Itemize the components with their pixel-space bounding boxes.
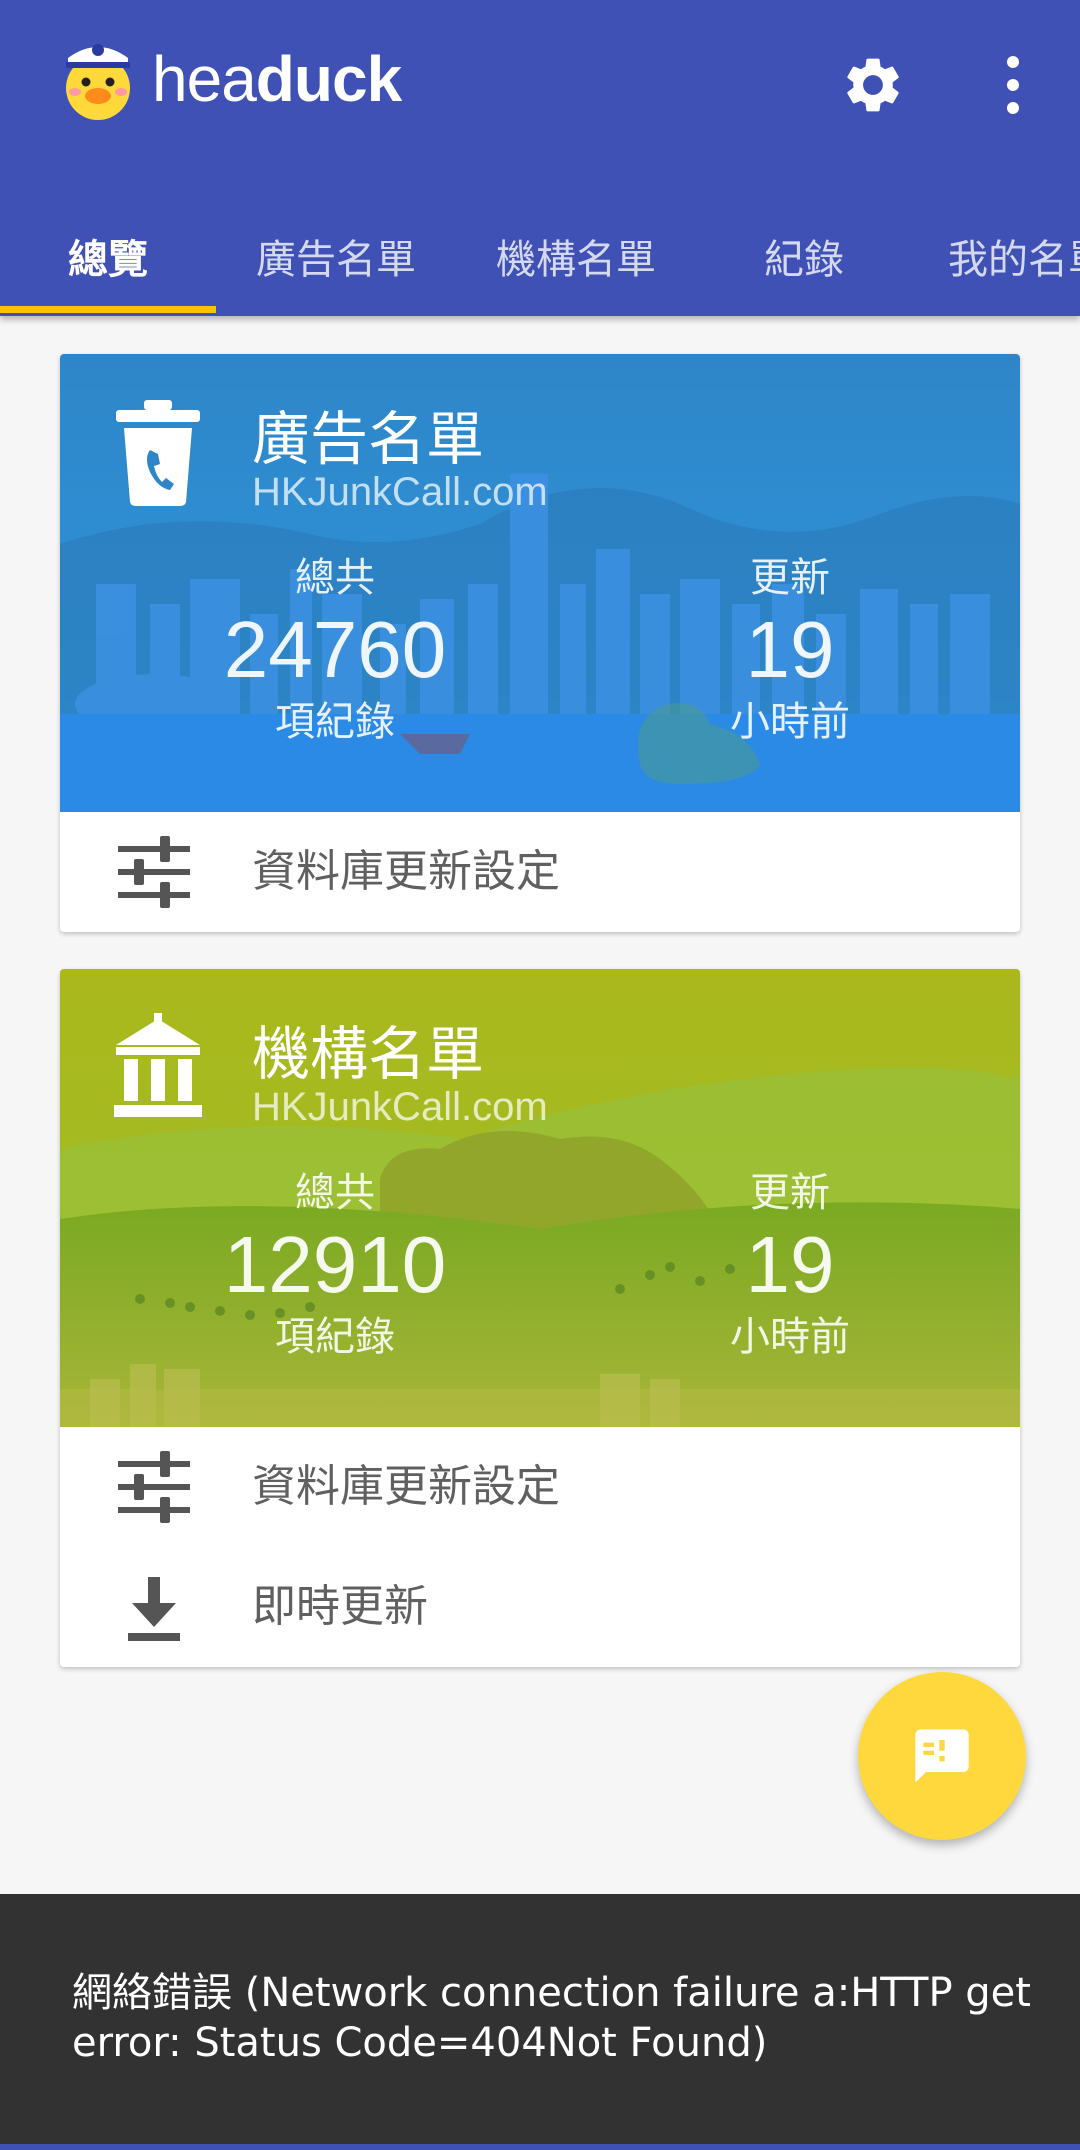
card-title: 廣告名單 <box>252 405 485 473</box>
db-update-settings-button[interactable]: 資料庫更新設定 <box>60 1427 1020 1547</box>
app-title: headuck <box>152 42 402 116</box>
error-snackbar: 網絡錯誤 (Network connection failure a:HTTP … <box>0 1894 1080 2146</box>
more-vert-icon[interactable] <box>995 52 1031 118</box>
tab-org-list[interactable]: 機構名單 <box>456 196 696 316</box>
card-source: HKJunkCall.com <box>252 1085 548 1129</box>
card-source: HKJunkCall.com <box>252 470 548 514</box>
app-title-bold: duck <box>255 43 402 115</box>
total-label: 總共 <box>295 1170 375 1216</box>
update-now-button[interactable]: 即時更新 <box>60 1547 1020 1667</box>
tab-my-list[interactable]: 我的名單 <box>912 196 1080 316</box>
tab-ad-list[interactable]: 廣告名單 <box>216 196 456 316</box>
org-list-card: 機構名單 HKJunkCall.com 總共 12910 項紀錄 更新 19 小… <box>60 969 1020 1667</box>
app-bar: headuck 總覽 廣告名單 機構名單 紀錄 我的名單 <box>0 0 1080 316</box>
sliders-icon <box>118 1451 190 1523</box>
db-update-settings-button[interactable]: 資料庫更新設定 <box>60 812 1020 932</box>
ad-list-card: 廣告名單 HKJunkCall.com 總共 24760 項紀錄 更新 19 小… <box>60 354 1020 932</box>
total-label: 總共 <box>295 555 375 601</box>
updated-stat: 更新 19 小時前 <box>640 1165 940 1365</box>
sliders-icon <box>118 836 190 908</box>
tab-overview[interactable]: 總覽 <box>0 196 216 316</box>
updated-value: 19 <box>745 1220 835 1309</box>
bank-building-icon <box>114 1013 202 1117</box>
org-list-card-header[interactable]: 機構名單 HKJunkCall.com 總共 12910 項紀錄 更新 19 小… <box>60 969 1020 1427</box>
updated-unit: 小時前 <box>730 699 850 745</box>
card-title: 機構名單 <box>252 1020 485 1088</box>
updated-unit: 小時前 <box>730 1314 850 1360</box>
action-label: 資料庫更新設定 <box>252 846 560 897</box>
app-title-light: hea <box>152 43 257 115</box>
tab-bar: 總覽 廣告名單 機構名單 紀錄 我的名單 <box>0 196 1080 316</box>
trash-phone-icon <box>116 400 200 506</box>
total-value: 24760 <box>223 605 447 694</box>
tab-indicator <box>0 306 216 313</box>
total-unit: 項紀錄 <box>275 1314 395 1360</box>
bottom-edge <box>0 2144 1080 2150</box>
snackbar-message: 網絡錯誤 (Network connection failure a:HTTP … <box>72 1970 1031 2066</box>
gear-icon[interactable] <box>840 52 906 118</box>
duck-police-mascot-icon <box>66 44 130 120</box>
updated-value: 19 <box>745 605 835 694</box>
feedback-fab-button[interactable] <box>858 1672 1026 1840</box>
updated-stat: 更新 19 小時前 <box>640 550 940 750</box>
tab-records[interactable]: 紀錄 <box>696 196 912 316</box>
updated-label: 更新 <box>750 555 830 601</box>
action-label: 即時更新 <box>252 1581 428 1632</box>
total-records-stat: 總共 24760 項紀錄 <box>185 550 485 750</box>
download-icon <box>128 1577 180 1641</box>
updated-label: 更新 <box>750 1170 830 1216</box>
ad-list-card-header[interactable]: 廣告名單 HKJunkCall.com 總共 24760 項紀錄 更新 19 小… <box>60 354 1020 812</box>
total-records-stat: 總共 12910 項紀錄 <box>185 1165 485 1365</box>
action-label: 資料庫更新設定 <box>252 1461 560 1512</box>
feedback-alert-icon <box>915 1729 969 1783</box>
total-unit: 項紀錄 <box>275 699 395 745</box>
total-value: 12910 <box>223 1220 447 1309</box>
